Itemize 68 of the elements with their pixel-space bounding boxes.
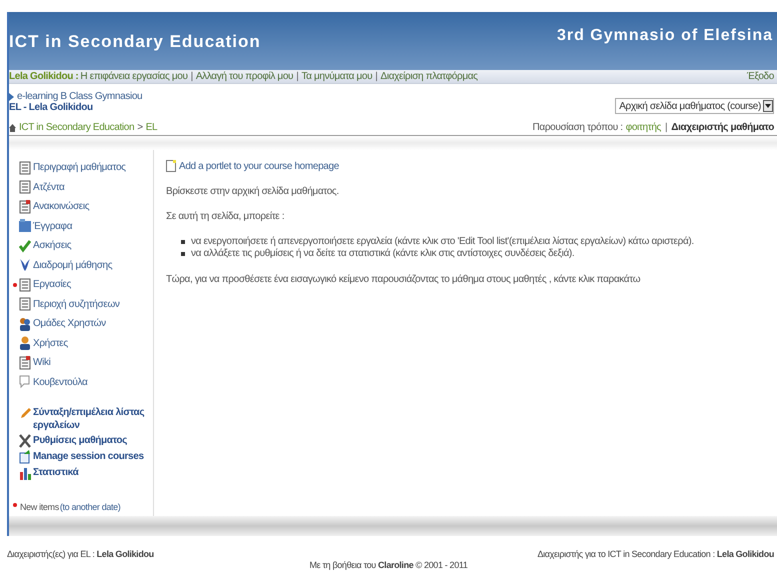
document-icon [19,356,31,370]
separator: | [375,71,378,82]
admin-tool-link[interactable]: Σύνταξη/επιμέλεια λίστας εργαλείων [33,406,153,432]
institution-name: 3rd Gymnasio of Elefsina [556,27,773,45]
tool-link[interactable]: Ομάδες Χρηστών [33,318,106,330]
view-mode-option[interactable]: Διαχειριστής μαθήματο [671,122,774,133]
view-mode-option[interactable]: φοιτητής [626,122,661,133]
folder-icon [19,219,31,234]
ribbon-icon [19,258,31,272]
document-icon [19,278,31,292]
note-icon [166,160,176,172]
user-menu-link[interactable]: Η επιφάνεια εργασίας μου [80,71,188,82]
admin-tool-link[interactable]: Ρυθμίσεις μαθήματος [33,434,128,447]
user-menu-link[interactable]: Τα μηνύματα μου [301,71,372,82]
legend-link[interactable]: (to another date) [60,502,120,512]
bar-chart-icon [19,466,31,480]
tool-link[interactable]: Ατζέντα [33,182,64,193]
bullet-icon [181,252,185,256]
admin-tool-link[interactable]: Manage session courses [33,450,144,463]
site-title: ICT in Secondary Education [9,32,261,52]
logout-link[interactable]: Έξοδο [747,71,774,82]
tool-link[interactable]: Έγγραφα [33,220,72,232]
course-code-teacher: EL - Lela Golikidou [9,102,94,113]
instruction-text: Τώρα, για να προσθέσετε ένα εισαγωγικό κείμενο παρουσιάζοντας το μάθημα στους μαθητές , κάντε κλικ παρακάτω [166,274,642,285]
new-item-dot [13,503,17,507]
bullet-icon [181,240,185,244]
admin-tool-link[interactable]: Στατιστικά [33,466,78,479]
user-menu-link[interactable]: Αλλαγή του προφίλ μου [196,71,294,82]
bullet-text: να ενεργοποιήσετε ή απενεργοποιήσετε εργαλεία (κάντε κλικ στο 'Edit Tool list'(επιμέλεια λίστας εργαλείων) κάτω αριστερά). [191,236,694,248]
user-name: Lela Golikidou : [9,71,78,82]
tool-link[interactable]: Περιοχή συζητήσεων [33,298,120,310]
people-icon [19,316,31,331]
bullet-text: να αλλάξετε τις ρυθμίσεις ή να δείτε τα στατιστικά (κάντε κλικ στις αντίστοιχες συνδέσεις δεξιά). [191,248,574,260]
document-icon [19,160,31,175]
lead-text: Σε αυτή τη σελίδα, μπορείτε : [166,211,286,222]
tool-link[interactable]: Wiki [33,357,50,368]
tool-link[interactable]: Κουβεντούλα [33,376,88,388]
tool-link[interactable]: Χρήστες [33,338,68,349]
footer-course-admins: Διαχειριστής(ες) για EL : Lela Golikidou [7,549,154,559]
separator: | [665,122,668,133]
home-icon [9,124,16,132]
pencil-icon [19,406,31,420]
footer-credit: Με τη βοήθεια του Claroline © 2001 - 2011 [309,560,468,570]
tools-icon [19,434,31,448]
tool-link[interactable]: Περιγραφή μαθήματος [33,162,126,174]
course-tool-select[interactable]: Αρχική σελίδα μαθήματος (course) [615,98,774,114]
separator: | [190,71,193,82]
legend-label: New items [20,502,59,512]
view-mode-label: Παρουσίαση τρόπου : [532,122,623,133]
user-icon [19,336,31,350]
document-icon [19,200,31,214]
breadcrumb-link[interactable]: EL [146,122,158,133]
course-name-link[interactable]: e-learning B Class Gymnasiou [17,91,142,102]
tool-link[interactable]: Ασκήσεις [33,240,72,252]
breadcrumb-link[interactable]: ICT in Secondary Education [19,122,134,133]
add-portlet-link[interactable]: Add a portlet to your course homepage [179,161,339,172]
footer-platform-admins: Διαχειριστής για το ICT in Secondary Education : Lela Golikidou [537,549,774,559]
tool-link[interactable]: Διαδρομή μάθησης [33,260,112,271]
chat-bubble-icon [19,375,31,390]
separator: | [296,71,298,82]
tool-link[interactable]: Εργασίες [33,279,72,290]
breadcrumb-separator: > [137,122,143,133]
tool-link[interactable]: Ανακοινώσεις [33,201,90,212]
user-menu-link[interactable]: Διαχείριση πλατφόρμας [380,71,478,82]
check-icon [19,238,31,253]
document-icon [19,297,31,312]
document-icon [19,180,31,194]
intro-text: Βρίσκεστε στην αρχική σελίδα μαθήματος. [166,186,340,197]
